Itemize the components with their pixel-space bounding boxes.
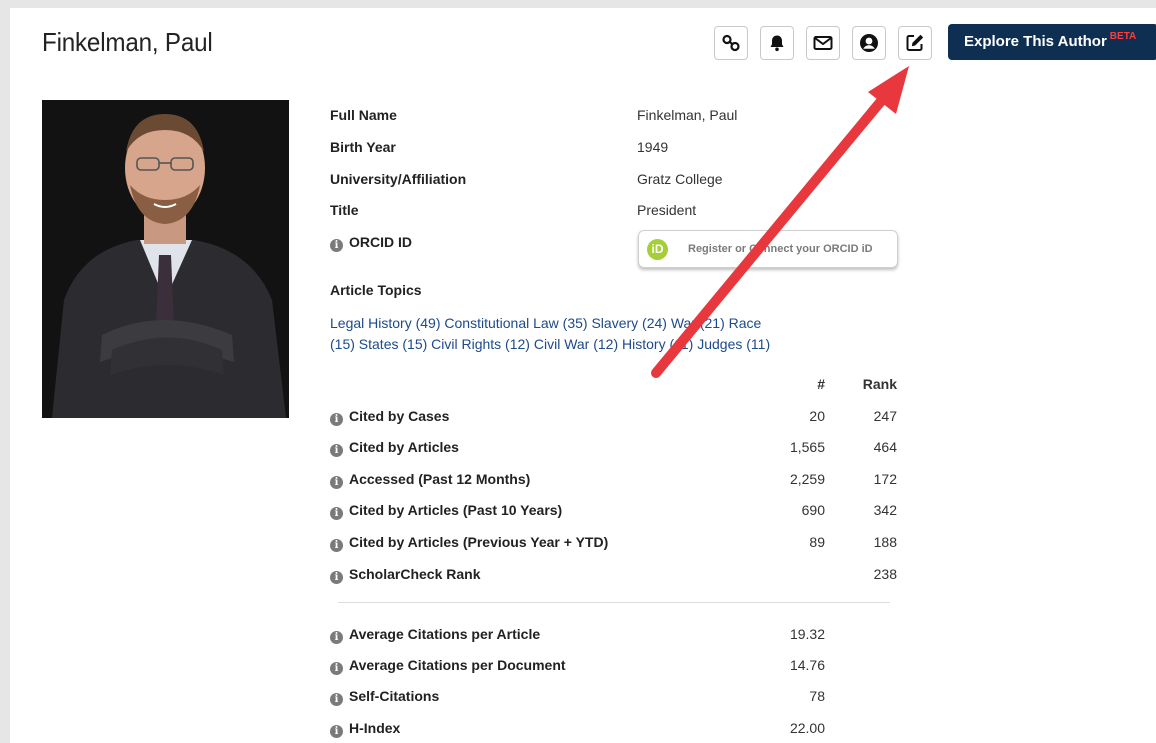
metric-value: 22.00	[789, 720, 825, 736]
stat-row-label: i Accessed (Past 12 Months)	[330, 471, 530, 489]
edit-button[interactable]	[898, 26, 932, 60]
beta-badge: BETA	[1109, 31, 1137, 42]
stat-rank: 238	[873, 566, 897, 582]
stat-row-label: i Cited by Cases	[330, 408, 449, 426]
info-icon[interactable]: i	[330, 413, 343, 426]
metric-row-label: i Average Citations per Document	[330, 657, 566, 675]
metric-row-label: i H-Index	[330, 720, 400, 738]
bell-icon	[770, 35, 784, 52]
explore-author-button[interactable]: Explore This Author BETA	[948, 24, 1156, 60]
metric-value: 78	[809, 688, 825, 704]
info-icon[interactable]: i	[330, 571, 343, 584]
stat-rank: 342	[873, 502, 897, 518]
author-portrait-image	[42, 100, 289, 418]
stat-rank: 247	[873, 408, 897, 424]
topic-link[interactable]: Constitutional Law (35)	[444, 315, 587, 331]
orcid-connect-button[interactable]: iD Register or Connect your ORCID iD	[638, 230, 898, 268]
topic-link[interactable]: Judges (11)	[697, 336, 770, 352]
info-icon[interactable]: i	[330, 662, 343, 675]
birth-year-value: 1949	[637, 139, 669, 155]
stat-rank: 172	[873, 471, 897, 487]
email-button[interactable]	[806, 26, 840, 60]
stat-count: 89	[809, 534, 825, 550]
stat-row-label: i ScholarCheck Rank	[330, 566, 481, 584]
topic-link[interactable]: History (11)	[622, 336, 693, 352]
stat-count: 2,259	[789, 471, 825, 487]
explore-author-label: Explore This Author	[964, 33, 1107, 50]
info-icon[interactable]: i	[330, 507, 343, 520]
topic-link[interactable]: Legal History (49)	[330, 315, 441, 331]
rank-column-header: Rank	[862, 376, 897, 392]
edit-icon	[906, 34, 924, 51]
stat-rank: 464	[873, 439, 897, 455]
info-icon[interactable]: i	[330, 539, 343, 552]
stats-divider	[338, 602, 890, 603]
topic-link[interactable]: War (21)	[671, 315, 725, 331]
annotation-arrow-head	[868, 66, 909, 114]
article-topics-list: Legal History (49) Constitutional Law (3…	[330, 313, 830, 355]
author-photo	[42, 100, 289, 418]
envelope-icon	[813, 36, 833, 50]
title-value: President	[637, 202, 697, 218]
link-button[interactable]	[714, 26, 748, 60]
metric-row-label: i Average Citations per Article	[330, 626, 540, 644]
orcid-logo-icon: iD	[647, 239, 668, 260]
info-icon[interactable]: i	[330, 693, 343, 706]
full-name-value: Finkelman, Paul	[637, 107, 738, 123]
orcid-connect-label: Register or Connect your ORCID iD	[688, 243, 873, 255]
info-icon[interactable]: i	[330, 239, 343, 252]
info-icon[interactable]: i	[330, 631, 343, 644]
topic-link[interactable]: Race	[729, 315, 762, 331]
topic-link[interactable]: (15) States (15)	[330, 336, 427, 352]
affiliation-label: University/Affiliation	[330, 171, 467, 187]
topic-link[interactable]: Civil War (12)	[534, 336, 618, 352]
stat-row-label: i Cited by Articles (Previous Year + YTD)	[330, 534, 608, 552]
metric-value: 14.76	[789, 657, 825, 673]
stat-row-label: i Cited by Articles (Past 10 Years)	[330, 502, 562, 520]
stat-rank: 188	[873, 534, 897, 550]
stat-count: 20	[809, 408, 825, 424]
full-name-label: Full Name	[330, 107, 397, 123]
stat-count: 690	[801, 502, 825, 518]
author-profile-panel: Finkelman, Paul Explore This Author BETA…	[10, 8, 1156, 743]
article-topics-label: Article Topics	[330, 282, 422, 298]
link-icon	[722, 34, 740, 52]
alert-button[interactable]	[760, 26, 794, 60]
info-icon[interactable]: i	[330, 476, 343, 489]
user-circle-icon	[860, 34, 878, 52]
metric-value: 19.32	[789, 626, 825, 642]
affiliation-value: Gratz College	[637, 171, 723, 187]
topic-link[interactable]: Slavery (24)	[591, 315, 666, 331]
count-column-header: #	[817, 376, 825, 392]
title-label: Title	[330, 202, 359, 218]
birth-year-label: Birth Year	[330, 139, 396, 155]
topic-link[interactable]: Civil Rights (12)	[431, 336, 530, 352]
orcid-label-row: i ORCID ID	[330, 234, 412, 252]
info-icon[interactable]: i	[330, 444, 343, 457]
author-name-heading: Finkelman, Paul	[42, 27, 213, 57]
orcid-label: ORCID ID	[349, 234, 412, 250]
info-icon[interactable]: i	[330, 725, 343, 738]
stat-count: 1,565	[789, 439, 825, 455]
stat-row-label: i Cited by Articles	[330, 439, 459, 457]
profile-button[interactable]	[852, 26, 886, 60]
metric-row-label: i Self-Citations	[330, 688, 439, 706]
